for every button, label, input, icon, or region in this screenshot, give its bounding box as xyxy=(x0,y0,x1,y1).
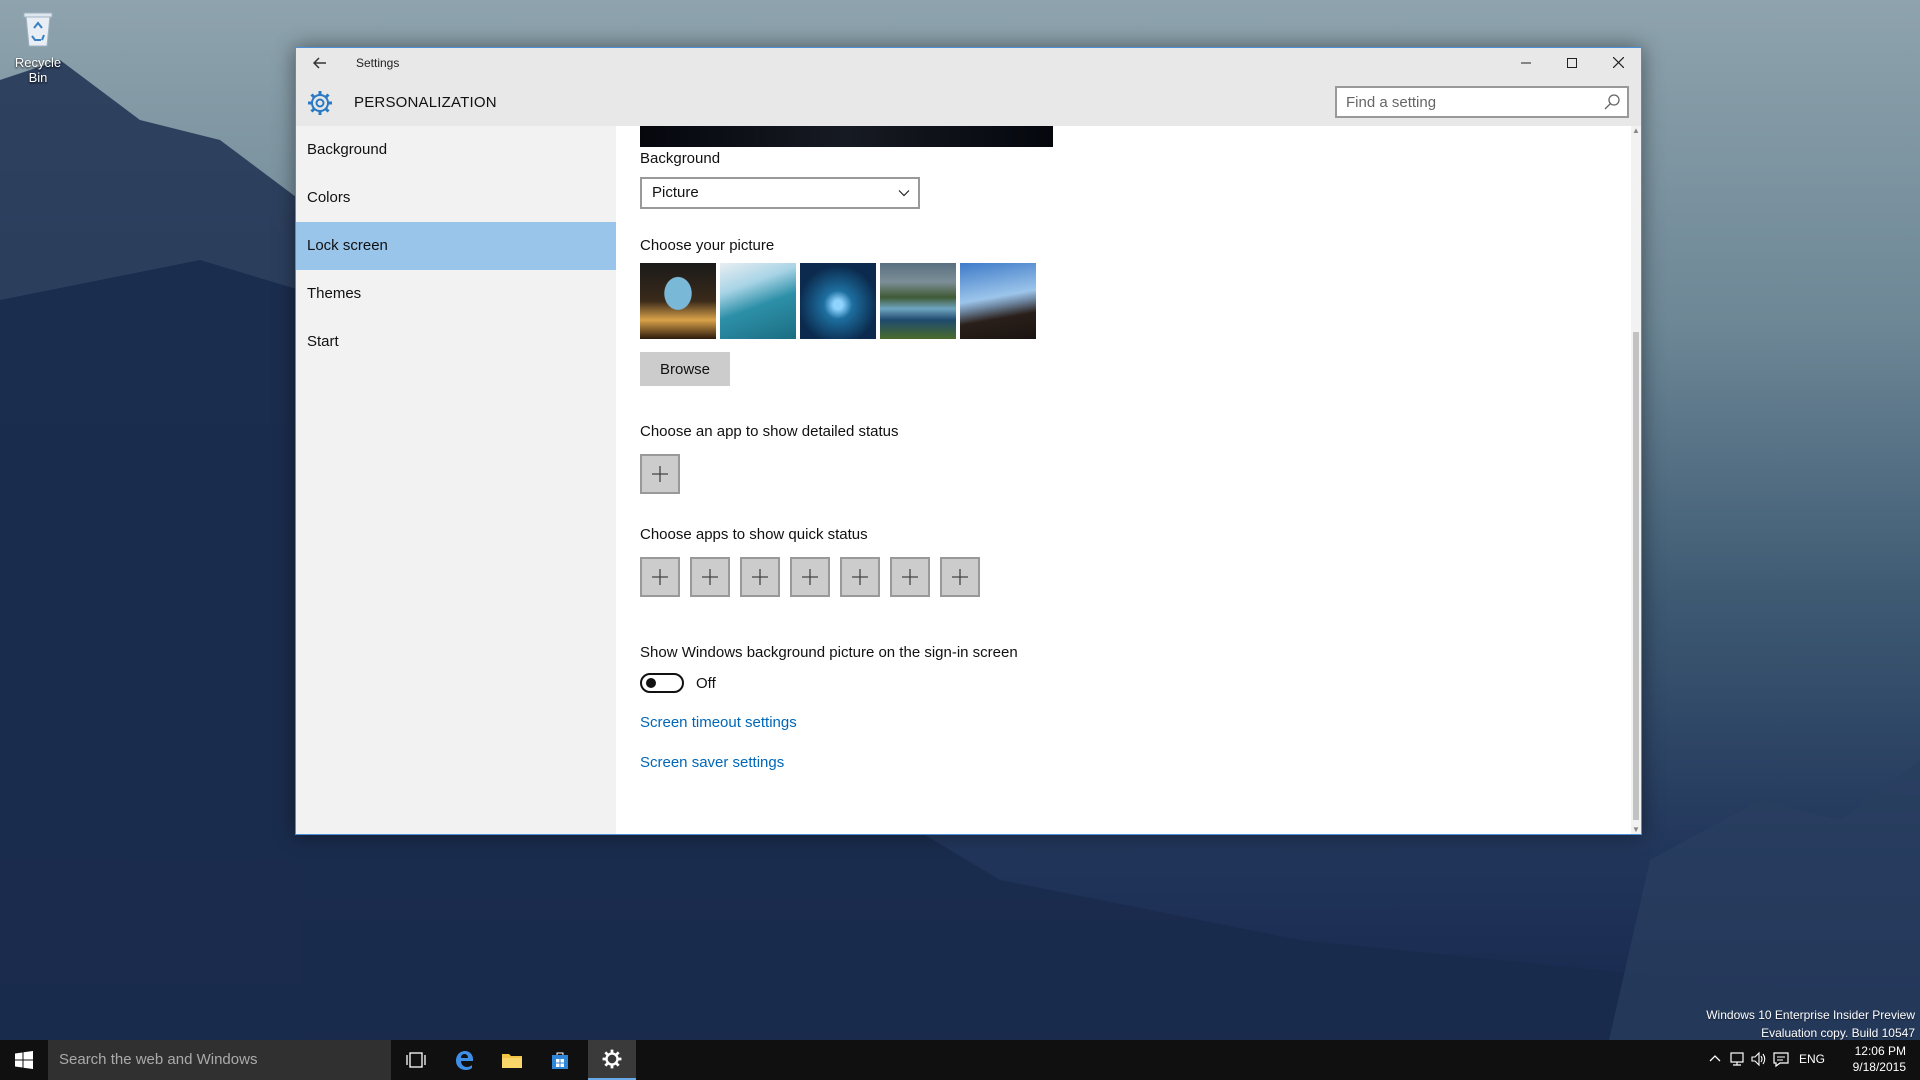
add-detailed-status-app-button[interactable] xyxy=(640,454,680,494)
sidebar-item-lock-screen[interactable]: Lock screen xyxy=(296,222,616,270)
taskbar: Search the web and Windows ENG 12:06 PM … xyxy=(0,1040,1920,1080)
signin-background-toggle[interactable] xyxy=(640,673,684,693)
picture-thumbnail[interactable] xyxy=(880,263,956,339)
start-button[interactable] xyxy=(0,1040,48,1080)
picture-thumbnail[interactable] xyxy=(800,263,876,339)
clock-time: 12:06 PM xyxy=(1854,1044,1906,1058)
picture-thumbnail[interactable] xyxy=(640,263,716,339)
recycle-bin[interactable]: Recycle Bin xyxy=(4,8,72,85)
store-taskbar-button[interactable] xyxy=(536,1040,584,1080)
lock-screen-preview xyxy=(640,126,1053,147)
close-button[interactable] xyxy=(1595,48,1641,79)
scroll-up-icon[interactable]: ▲ xyxy=(1632,126,1640,135)
plus-icon xyxy=(952,569,968,585)
add-quick-status-app-button[interactable] xyxy=(840,557,880,597)
plus-icon xyxy=(652,569,668,585)
screen-saver-settings-link[interactable]: Screen saver settings xyxy=(640,754,784,771)
sidebar-item-colors[interactable]: Colors xyxy=(296,174,616,222)
search-box[interactable] xyxy=(1335,86,1629,118)
chevron-up-icon[interactable] xyxy=(1706,1050,1724,1068)
chevron-down-icon xyxy=(898,190,910,197)
edge-icon xyxy=(456,1051,473,1070)
clock-date: 9/18/2015 xyxy=(1852,1060,1906,1074)
quick-status-label: Choose apps to show quick status xyxy=(640,526,868,543)
choose-picture-label: Choose your picture xyxy=(640,237,775,254)
maximize-icon xyxy=(1567,58,1577,68)
search-input[interactable] xyxy=(1337,88,1587,116)
folder-icon xyxy=(502,1054,522,1068)
plus-icon xyxy=(852,569,868,585)
gear-icon xyxy=(308,91,332,115)
screen-timeout-settings-link[interactable]: Screen timeout settings xyxy=(640,714,797,731)
taskbar-search-box[interactable]: Search the web and Windows xyxy=(48,1040,391,1080)
close-icon xyxy=(1612,56,1624,69)
add-quick-status-app-button[interactable] xyxy=(790,557,830,597)
task-view-button[interactable] xyxy=(392,1040,440,1080)
system-tray: ENG 12:06 PM 9/18/2015 xyxy=(1700,1040,1920,1080)
file-explorer-taskbar-button[interactable] xyxy=(488,1040,536,1080)
taskbar-clock[interactable]: 12:06 PM 9/18/2015 xyxy=(1853,1043,1906,1075)
add-quick-status-app-button[interactable] xyxy=(640,557,680,597)
plus-icon xyxy=(902,569,918,585)
action-center-icon[interactable] xyxy=(1772,1050,1790,1068)
plus-icon xyxy=(652,466,668,482)
picture-thumbnail[interactable] xyxy=(960,263,1036,339)
back-arrow-icon xyxy=(312,57,326,69)
sidebar: Background Colors Lock screen Themes Sta… xyxy=(296,126,616,834)
window-title: Settings xyxy=(356,56,400,70)
picture-thumbnails xyxy=(640,263,1036,339)
signin-background-label: Show Windows background picture on the s… xyxy=(640,644,1018,661)
input-language-indicator[interactable]: ENG xyxy=(1799,1052,1825,1066)
add-quick-status-app-button[interactable] xyxy=(690,557,730,597)
background-dropdown[interactable]: Picture xyxy=(640,177,920,209)
search-icon xyxy=(1604,94,1620,110)
recycle-bin-label: Recycle Bin xyxy=(14,55,62,85)
add-quick-status-app-button[interactable] xyxy=(890,557,930,597)
volume-icon[interactable] xyxy=(1750,1050,1768,1068)
sidebar-item-themes[interactable]: Themes xyxy=(296,270,616,318)
title-bar: Settings xyxy=(296,48,1641,79)
settings-taskbar-button[interactable] xyxy=(588,1040,636,1080)
page-title: PERSONALIZATION xyxy=(354,94,497,111)
store-icon xyxy=(552,1052,568,1069)
picture-thumbnail[interactable] xyxy=(720,263,796,339)
toggle-knob xyxy=(646,678,656,688)
minimize-button[interactable] xyxy=(1503,48,1549,79)
recycle-bin-icon xyxy=(23,12,53,47)
toggle-state-label: Off xyxy=(696,675,716,692)
watermark-line-1: Windows 10 Enterprise Insider Preview xyxy=(1706,1008,1915,1022)
plus-icon xyxy=(802,569,818,585)
plus-icon xyxy=(702,569,718,585)
scrollbar-thumb[interactable] xyxy=(1633,332,1639,820)
sidebar-item-background[interactable]: Background xyxy=(296,126,616,174)
sidebar-item-start[interactable]: Start xyxy=(296,318,616,366)
background-dropdown-value: Picture xyxy=(652,184,699,201)
network-icon[interactable] xyxy=(1728,1050,1746,1068)
scroll-down-icon[interactable]: ▼ xyxy=(1632,825,1640,834)
add-quick-status-app-button[interactable] xyxy=(740,557,780,597)
evaluation-watermark: Windows 10 Enterprise Insider Preview Ev… xyxy=(1706,1006,1915,1042)
task-view-icon xyxy=(406,1052,426,1068)
gear-icon xyxy=(602,1049,622,1069)
windows-logo-icon xyxy=(15,1051,33,1069)
minimize-icon xyxy=(1521,62,1531,64)
settings-header: PERSONALIZATION xyxy=(296,79,1641,126)
content-scrollbar[interactable]: ▲ ▼ xyxy=(1631,126,1641,834)
back-button[interactable] xyxy=(306,50,334,76)
settings-window: Settings PERSONALIZATION Backgro xyxy=(295,47,1642,835)
detailed-status-label: Choose an app to show detailed status xyxy=(640,423,899,440)
lock-screen-content: Background Picture Choose your picture B… xyxy=(616,126,1641,834)
plus-icon xyxy=(752,569,768,585)
browse-button[interactable]: Browse xyxy=(640,352,730,386)
background-label: Background xyxy=(640,150,721,167)
maximize-button[interactable] xyxy=(1549,48,1595,79)
add-quick-status-app-button[interactable] xyxy=(940,557,980,597)
edge-taskbar-button[interactable] xyxy=(440,1040,488,1080)
